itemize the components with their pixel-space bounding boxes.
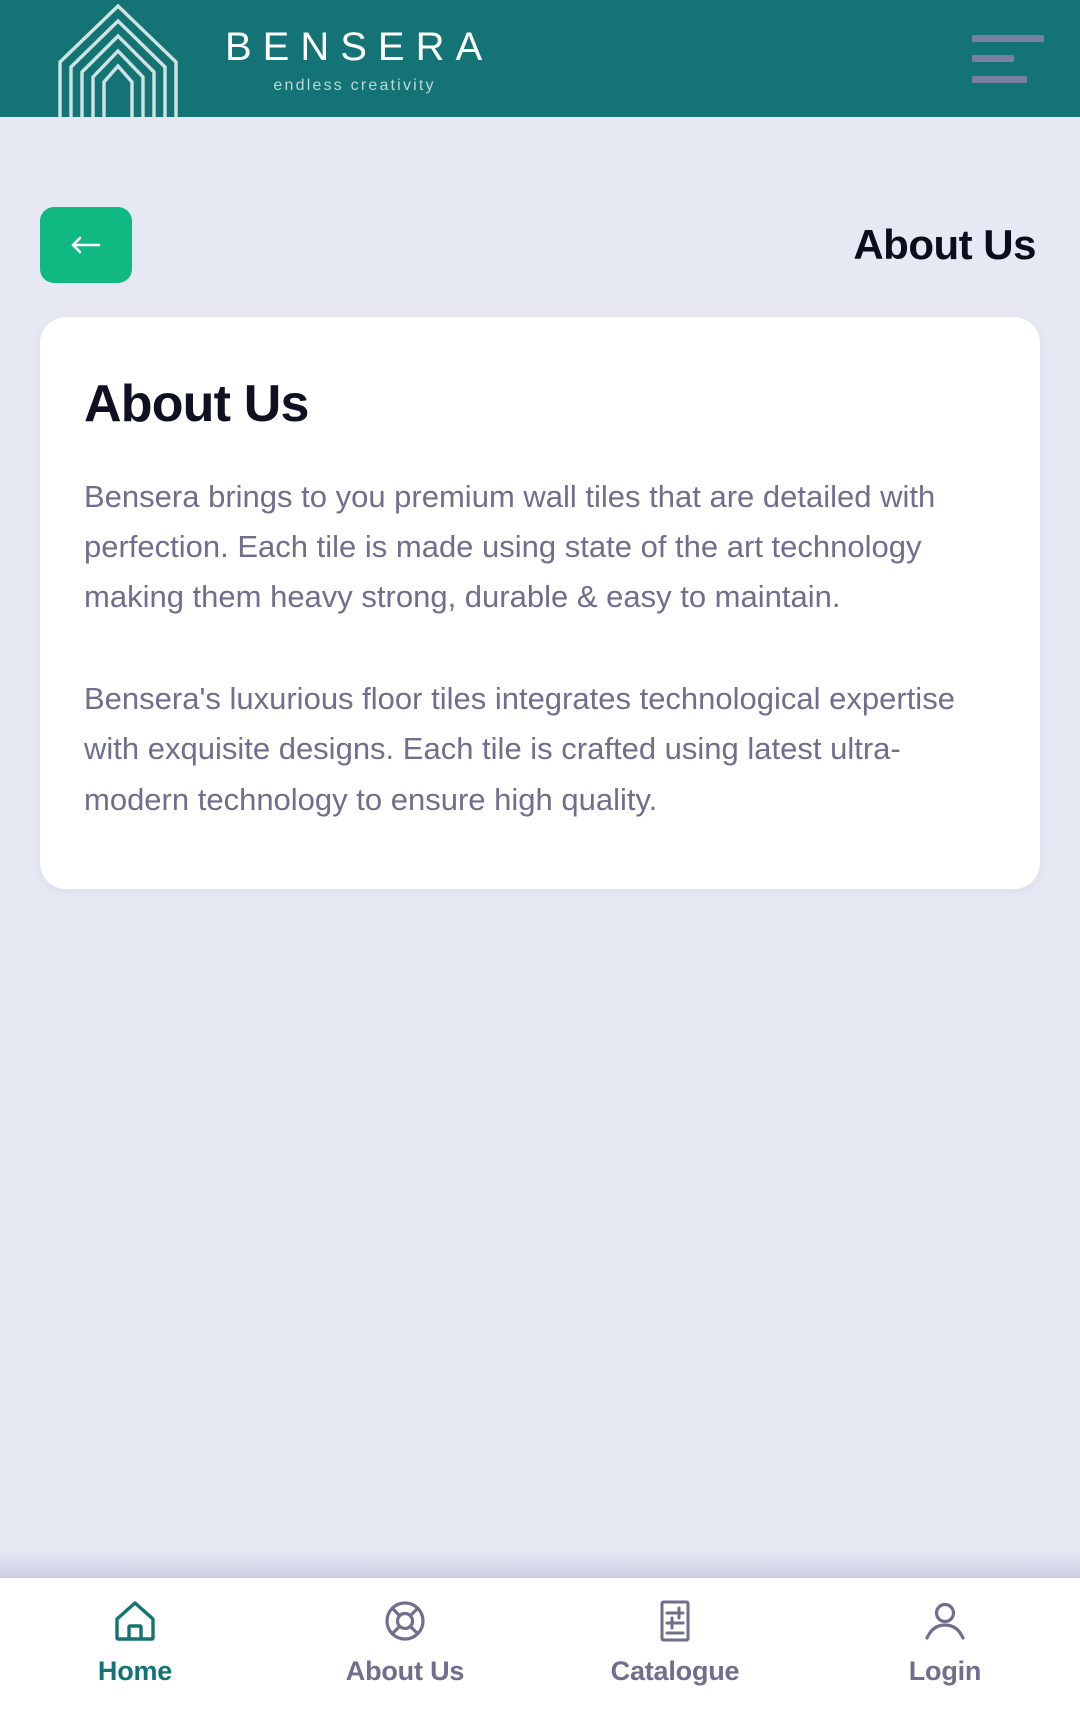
top-brand-bar: BENSERA endless creativity — [0, 0, 1080, 117]
brand-tagline: endless creativity — [273, 77, 436, 94]
nav-item-login[interactable]: Login — [810, 1596, 1080, 1685]
card-paragraph-2: Bensera's luxurious floor tiles integrat… — [84, 681, 955, 817]
hamburger-line-2 — [972, 55, 1014, 62]
arrow-left-icon — [66, 231, 106, 259]
nav-item-catalogue[interactable]: Catalogue — [540, 1596, 810, 1685]
brand-wordmark: BENSERA endless creativity — [214, 23, 493, 94]
user-icon — [920, 1596, 970, 1646]
page-header-row: About Us — [0, 117, 1080, 317]
nested-arch-logo-icon — [44, 0, 192, 117]
nav-label-catalogue: Catalogue — [610, 1656, 740, 1686]
card-paragraph-1: Bensera brings to you premium wall tiles… — [84, 478, 936, 615]
hamburger-line-1 — [972, 34, 1044, 42]
back-button[interactable] — [40, 207, 132, 283]
app-screen: BENSERA endless creativity About Us Abou… — [0, 0, 1080, 1728]
home-icon — [110, 1596, 160, 1646]
lifebuoy-icon — [380, 1596, 430, 1646]
nav-label-login: Login — [908, 1656, 982, 1686]
catalogue-sliders-icon — [650, 1596, 700, 1646]
hamburger-line-3 — [972, 75, 1027, 83]
bottom-navigation-bar: Home About Us Catalogue Login — [0, 1578, 1080, 1728]
nav-item-about-us[interactable]: About Us — [270, 1596, 540, 1685]
about-us-card: About Us Bensera brings to you premium w… — [40, 317, 1040, 889]
bottom-nav-shadow — [0, 1550, 1080, 1578]
page-scroll-space — [0, 889, 1080, 1550]
brand-name: BENSERA — [225, 25, 494, 69]
content-card-wrapper: About Us Bensera brings to you premium w… — [0, 317, 1080, 889]
hamburger-menu-icon[interactable] — [972, 31, 1046, 87]
brand-logo[interactable]: BENSERA endless creativity — [44, 0, 493, 117]
page-title: About Us — [853, 221, 1036, 268]
card-title: About Us — [84, 375, 309, 433]
nav-label-home: Home — [97, 1656, 173, 1686]
nav-item-home[interactable]: Home — [0, 1596, 270, 1685]
nav-label-about-us: About Us — [345, 1656, 465, 1686]
